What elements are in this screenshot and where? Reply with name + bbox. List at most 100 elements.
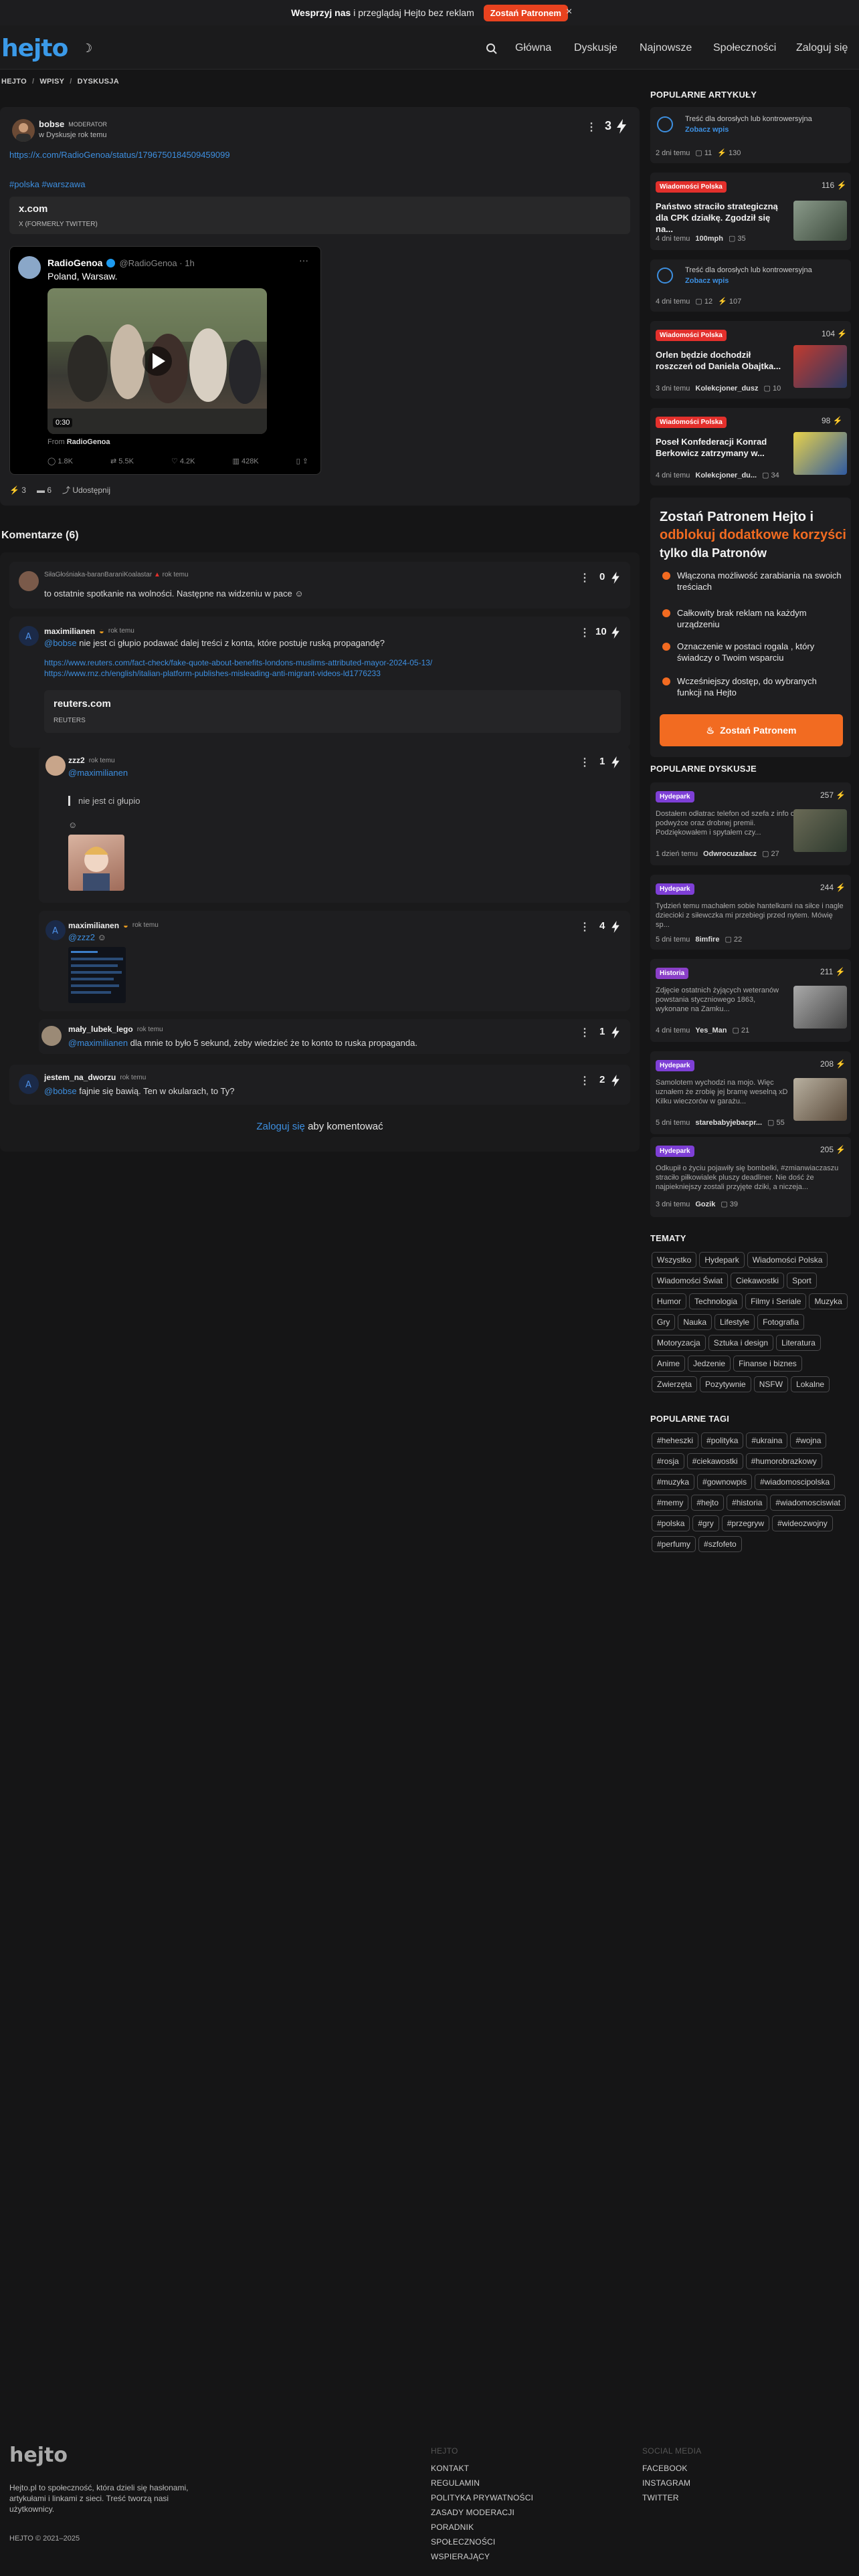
discussion-item[interactable]: Hydepark 257 ⚡ Dostałem odłatrac telefon… xyxy=(650,782,851,865)
footer-link-polityka[interactable]: POLITYKA PRYWATNOŚCI xyxy=(431,2493,533,2502)
comment-author[interactable]: maximilianen xyxy=(68,921,119,930)
discussion-text[interactable]: Dostałem odłatrac telefon od szefa z inf… xyxy=(656,809,795,837)
topic-pill[interactable]: Literatura xyxy=(776,1335,821,1351)
comment-author[interactable]: SiłaGłośniaka-baranBaraniKoalastar xyxy=(44,571,152,578)
login-link[interactable]: Zaloguj się xyxy=(256,1121,305,1132)
discussion-tag[interactable]: Hydepark xyxy=(656,791,694,802)
topic-pill[interactable]: Wiadomości Polska xyxy=(747,1252,828,1268)
more-options-icon[interactable]: ⋮ xyxy=(579,626,590,639)
tag-pill[interactable]: #muzyka xyxy=(652,1474,695,1490)
link-embed[interactable]: reuters.com REUTERS xyxy=(44,690,621,733)
retweet-count[interactable]: ⇄ 5.5K xyxy=(110,457,134,465)
discussion-tag[interactable]: Hydepark xyxy=(656,1146,694,1157)
reuters-link[interactable]: https://www.reuters.com/fact-check/fake-… xyxy=(44,658,432,667)
rnz-link[interactable]: https://www.rnz.ch/english/italian-platf… xyxy=(44,669,381,678)
avatar[interactable] xyxy=(19,571,39,591)
reply-count[interactable]: ◯ 1.8K xyxy=(47,457,73,465)
tag-pill[interactable]: #wojna xyxy=(790,1432,827,1448)
discussion-item[interactable]: Hydepark 244 ⚡ Tydzień temu machałem sob… xyxy=(650,875,851,950)
discussion-text[interactable]: Samolotem wychodzi na mojo. Więc uznałem… xyxy=(656,1078,789,1106)
topic-pill[interactable]: Humor xyxy=(652,1293,687,1309)
tweet-more-icon[interactable]: ··· xyxy=(299,255,308,265)
topic-pill[interactable]: Anime xyxy=(652,1356,686,1372)
meme-image[interactable] xyxy=(68,835,124,891)
tag-pill[interactable]: #ukraina xyxy=(746,1432,788,1448)
comment-author[interactable]: zzz2 xyxy=(68,756,85,765)
become-patron-sidebar-button[interactable]: ♨ Zostań Patronem xyxy=(660,714,843,746)
article-thumbnail[interactable] xyxy=(793,345,847,388)
article-tag[interactable]: Wiadomości Polska xyxy=(656,181,727,193)
like-count[interactable]: ♡ 4.2K xyxy=(171,457,195,465)
tag-pill[interactable]: #rosja xyxy=(652,1453,684,1469)
tweet-video[interactable]: 0:30 xyxy=(47,288,267,434)
show-post-link[interactable]: Zobacz wpis xyxy=(685,277,729,285)
crumb-hejto[interactable]: HEJTO xyxy=(1,78,27,86)
mention-link[interactable]: @maximilianen xyxy=(68,768,128,778)
bolt-icon[interactable] xyxy=(611,1027,619,1039)
discussion-author[interactable]: Gozik xyxy=(695,1200,715,1208)
bolt-icon[interactable] xyxy=(611,627,619,639)
topic-pill[interactable]: Jedzenie xyxy=(688,1356,731,1372)
avatar[interactable] xyxy=(12,119,35,142)
footer-link-instagram[interactable]: INSTAGRAM xyxy=(642,2478,690,2488)
discussion-item[interactable]: Historia 211 ⚡ Zdjęcie ostatnich żyjącyc… xyxy=(650,959,851,1042)
avatar[interactable]: A xyxy=(19,1074,39,1094)
nav-dyskusje[interactable]: Dyskusje xyxy=(574,42,617,54)
article-author[interactable]: 100mph xyxy=(695,235,723,243)
article-thumbnail[interactable] xyxy=(793,432,847,475)
tag-pill[interactable]: #polityka xyxy=(701,1432,744,1448)
close-icon[interactable]: × xyxy=(566,6,572,18)
topic-pill[interactable]: Sztuka i design xyxy=(708,1335,774,1351)
topic-pill[interactable]: Lifestyle xyxy=(714,1314,755,1330)
comment-author[interactable]: jestem_na_dworzu xyxy=(44,1073,116,1082)
discussion-text[interactable]: Tydzień temu machałem sobie hantelkami n… xyxy=(656,901,846,930)
nav-login[interactable]: Zaloguj się xyxy=(796,42,848,54)
discussion-thumbnail[interactable] xyxy=(793,986,847,1029)
topic-pill[interactable]: Hydepark xyxy=(699,1252,745,1268)
nav-najnowsze[interactable]: Najnowsze xyxy=(640,42,692,54)
comment-author[interactable]: mały_lubek_lego xyxy=(68,1025,133,1034)
topic-pill[interactable]: Technologia xyxy=(689,1293,743,1309)
discussion-author[interactable]: Odwrocuzalacz xyxy=(703,850,757,858)
link-embed[interactable]: x.com X (FORMERLY TWITTER) xyxy=(9,197,630,234)
topic-pill[interactable]: Finanse i biznes xyxy=(733,1356,802,1372)
topic-pill[interactable]: Motoryzacja xyxy=(652,1335,706,1351)
avatar[interactable] xyxy=(45,756,66,776)
article-item[interactable]: Wiadomości Polska 116 ⚡ Państwo straciło… xyxy=(650,173,851,250)
topic-pill[interactable]: NSFW xyxy=(753,1376,789,1392)
discussion-text[interactable]: Odkupił o życiu pojawiły się bombelki, #… xyxy=(656,1164,846,1192)
article-author[interactable]: Kolekcjoner_du... xyxy=(695,471,757,479)
topic-pill[interactable]: Sport xyxy=(787,1273,817,1289)
discussion-item[interactable]: Hydepark 208 ⚡ Samolotem wychodzi na moj… xyxy=(650,1051,851,1134)
topic-pill[interactable]: Nauka xyxy=(678,1314,712,1330)
hejto-logo[interactable]: hejto xyxy=(1,35,68,62)
avatar[interactable]: A xyxy=(45,920,66,940)
avatar[interactable] xyxy=(41,1026,62,1046)
more-options-icon[interactable]: ⋮ xyxy=(579,571,590,584)
discussion-text[interactable]: Zdjęcie ostatnich żyjących weteranów pow… xyxy=(656,986,789,1014)
article-author[interactable]: Kolekcjoner_dusz xyxy=(695,385,758,393)
screenshot-image[interactable] xyxy=(68,947,126,1003)
bookmark-icon[interactable]: ▯ ⇪ xyxy=(296,457,308,465)
mention-link[interactable]: @maximilianen xyxy=(68,1038,128,1048)
post-community[interactable]: w Dyskusje xyxy=(39,131,76,139)
article-thumbnail[interactable] xyxy=(793,201,847,241)
more-options-icon[interactable]: ⋮ xyxy=(579,1074,590,1087)
post-tags[interactable]: #polska #warszawa xyxy=(9,179,85,189)
tag-pill[interactable]: #szfofeto xyxy=(698,1536,742,1552)
footer-link-twitter[interactable]: TWITTER xyxy=(642,2493,679,2502)
article-item[interactable]: Treść dla dorosłych lub kontrowersyjna Z… xyxy=(650,259,851,312)
footer-link-kontakt[interactable]: KONTAKT xyxy=(431,2464,469,2473)
tag-pill[interactable]: #gownowpis xyxy=(697,1474,753,1490)
discussion-item[interactable]: Hydepark 205 ⚡ Odkupił o życiu pojawiły … xyxy=(650,1137,851,1217)
article-tag[interactable]: Wiadomości Polska xyxy=(656,417,727,428)
tag-pill[interactable]: #perfumy xyxy=(652,1536,696,1552)
mention-link[interactable]: @bobse xyxy=(44,1086,77,1096)
topic-pill[interactable]: Filmy i Seriale xyxy=(745,1293,807,1309)
more-options-icon[interactable]: ⋮ xyxy=(579,1026,590,1039)
mention-link[interactable]: @zzz2 xyxy=(68,932,95,942)
article-item[interactable]: Wiadomości Polska 104 ⚡ Orlen będzie doc… xyxy=(650,321,851,399)
more-options-icon[interactable]: ⋮ xyxy=(579,756,590,769)
discussion-tag[interactable]: Historia xyxy=(656,968,689,979)
article-title[interactable]: Państwo straciło strategiczną dla CPK dz… xyxy=(656,201,789,235)
